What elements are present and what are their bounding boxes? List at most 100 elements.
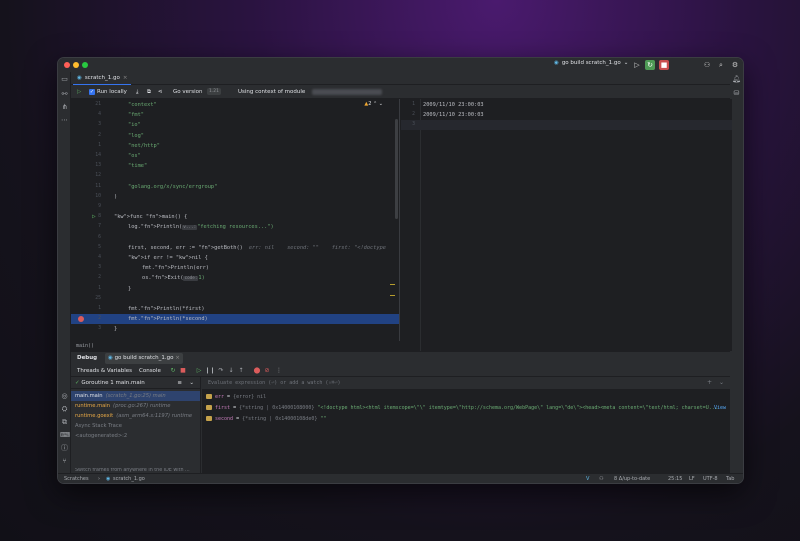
view-breakpoints-icon[interactable]: ⬤ [253,366,261,375]
output-line-text: 2009/11/10 23:00:03 [423,102,484,108]
code-line[interactable]: 2 "log" [71,131,399,141]
vcs-status[interactable]: 8 Δ/up-to-date [614,474,650,483]
code-line[interactable]: 8 ▷ "kw">func "fn">main() { [71,212,399,222]
commit-icon[interactable]: ⋔ [60,103,69,112]
code-line[interactable]: 4 "fmt" [71,110,399,120]
go-version-select[interactable]: 1.21 [207,88,222,95]
filter-icon[interactable]: ≡ [177,377,182,389]
step-into-icon[interactable]: ↓ [227,366,235,375]
code-line[interactable]: 2 os."fn">Exit(code:1) [71,273,399,283]
stack-frame[interactable]: <autogenerated>:2 [71,431,200,441]
code-line[interactable]: 1} [71,284,399,294]
tab-scratch-1[interactable]: ◉ scratch_1.go × [73,72,132,85]
copy-icon[interactable]: ⧉ [147,85,151,99]
status-crumb-file[interactable]: scratch_1.go [113,474,145,483]
code-line[interactable]: 1 fmt."fn">Println(*first) [71,304,399,314]
code-line[interactable]: 12 [71,171,399,181]
close-tab-icon[interactable]: × [123,72,128,85]
run-tool-icon[interactable]: ◎ [60,392,69,401]
notifications-icon[interactable]: 🔔︎ [732,75,741,84]
structure-icon[interactable]: ⚯ [60,90,69,99]
breadcrumb[interactable]: main() [71,341,400,351]
goroutine-selector[interactable]: ✓ Goroutine 1 main.main ≡ ⌄ [71,377,200,389]
close-window-button[interactable] [64,62,70,68]
step-over-icon[interactable]: ↷ [217,366,225,375]
code-line[interactable]: 6 [71,233,399,243]
stop-icon[interactable]: ■ [659,60,669,70]
more-options-icon[interactable]: ⋮ [275,366,283,375]
module-name-redacted[interactable] [312,85,382,99]
evaluate-expression-input[interactable]: Evaluate expression (⏎) or add a watch (… [202,377,730,389]
line-number: 12 [95,173,101,179]
resume-icon[interactable]: ▷ [195,366,203,375]
step-out-icon[interactable]: ↑ [237,366,245,375]
problems-icon[interactable]: ⓘ [60,444,69,453]
ai-assistant-icon[interactable]: V [586,474,589,483]
database-icon[interactable]: ⛁ [732,89,741,98]
code-line[interactable]: 7 log."fn">Println(v...:"fetching resourc… [71,222,399,232]
rerun-icon[interactable]: ↻ [169,366,177,375]
project-folder-icon[interactable]: ▭ [60,75,69,84]
status-crumb-scratches[interactable]: Scratches [64,474,89,483]
close-tab-icon[interactable]: × [175,355,180,361]
terminal-icon[interactable]: ⌨ [60,431,70,440]
code-line[interactable]: 25 [71,294,399,304]
run-scratch-icon[interactable]: ▷ [77,85,81,99]
file-encoding[interactable]: UTF-8 [703,474,718,483]
indent-setting[interactable]: Tab [726,474,734,483]
mute-breakpoints-icon[interactable]: ⊘ [263,366,271,375]
line-separator[interactable]: LF [689,474,695,483]
collab-icon[interactable]: ⚇ [599,474,603,483]
output-line-number: 1 [412,102,415,107]
stack-frame[interactable]: runtime.main (proc.go:267) runtime [71,401,200,411]
view-value-link[interactable]: View [714,403,726,413]
services-icon[interactable]: ⧉ [60,418,69,427]
debug-tool-icon[interactable]: ⛭ [60,405,69,414]
settings-gear-icon[interactable]: ⚙ [730,60,740,70]
collab-icon[interactable]: ⚇ [702,60,712,70]
variable-row[interactable]: first = {*string | 0x14000108000} "<!doc… [206,403,726,413]
pause-icon[interactable]: ❙❙ [205,366,215,375]
variable-row[interactable]: second = {*string | 0x14000108de0} "" [206,414,726,424]
code-line[interactable]: 3} [71,324,399,334]
code-line[interactable]: 14 "os" [71,151,399,161]
stack-frame[interactable]: Async Stack Trace [71,421,200,431]
stack-frame[interactable]: main.main (scratch_1.go:25) main [71,391,200,401]
maximize-window-button[interactable] [82,62,88,68]
code-line[interactable]: 21 "context" [71,100,399,110]
run-icon[interactable]: ▷ [632,60,642,70]
minimize-window-button[interactable] [73,62,79,68]
more-tools-icon[interactable]: ⋯ [60,116,69,125]
share-icon[interactable]: ⋖ [158,85,163,99]
code-line[interactable]: 11 "golang.org/x/sync/errgroup" [71,182,399,192]
code-line[interactable]: 4 "kw">if err != "kw">nil { [71,253,399,263]
code-line[interactable]: 10) [71,192,399,202]
stop-debug-icon[interactable]: ■ [179,366,187,375]
code-line[interactable]: 3 fmt."fn">Println(err) [71,263,399,273]
cursor-position[interactable]: 25:15 [668,474,682,483]
code-line[interactable]: 3 "io" [71,120,399,130]
tab-console[interactable]: Console [137,365,163,377]
run-locally-checkbox[interactable]: ✓ Run locally [89,85,127,99]
debug-session-tab[interactable]: ◉ go build scratch_1.go × [105,353,183,364]
frame-name: runtime.main [75,403,111,409]
run-gutter-icon[interactable]: ▷ [92,212,96,222]
code-editor[interactable]: ▲2 ⌃ ⌄ 21 "context" 4 "fmt" 3 "io" 2 "log" 1 "net… [71,99,400,341]
code-text: ) [114,193,118,200]
variable-row[interactable]: err = {error} nil [206,392,726,402]
chevron-down-icon[interactable]: ⌄ [189,377,194,389]
scratch-output-pane[interactable]: 1 2009/11/10 23:00:03 2 2009/11/10 23:00:03… [401,99,732,351]
search-icon[interactable]: ⌕ [716,60,726,70]
code-line[interactable]: 9 [71,202,399,212]
code-line[interactable]: 1 "net/http" [71,141,399,151]
run-config-selector[interactable]: ◉ go build scratch_1.go ⌄ [554,60,628,66]
code-line[interactable]: 2 fmt."fn">Println(*second) [71,314,399,325]
rerun-debug-icon[interactable]: ↻ [645,60,655,70]
chevron-down-icon[interactable]: ⌄ [719,379,724,386]
download-icon[interactable]: ⤓ [136,85,138,99]
git-icon[interactable]: ⑂ [60,457,69,466]
code-line[interactable]: 13 "time" [71,161,399,171]
add-watch-icon[interactable]: + [707,379,712,386]
stack-frame[interactable]: runtime.goexit (asm_arm64.s:1197) runtime [71,411,200,421]
code-line[interactable]: 5 first, second, err := "fn">getBoth() err… [71,243,399,253]
